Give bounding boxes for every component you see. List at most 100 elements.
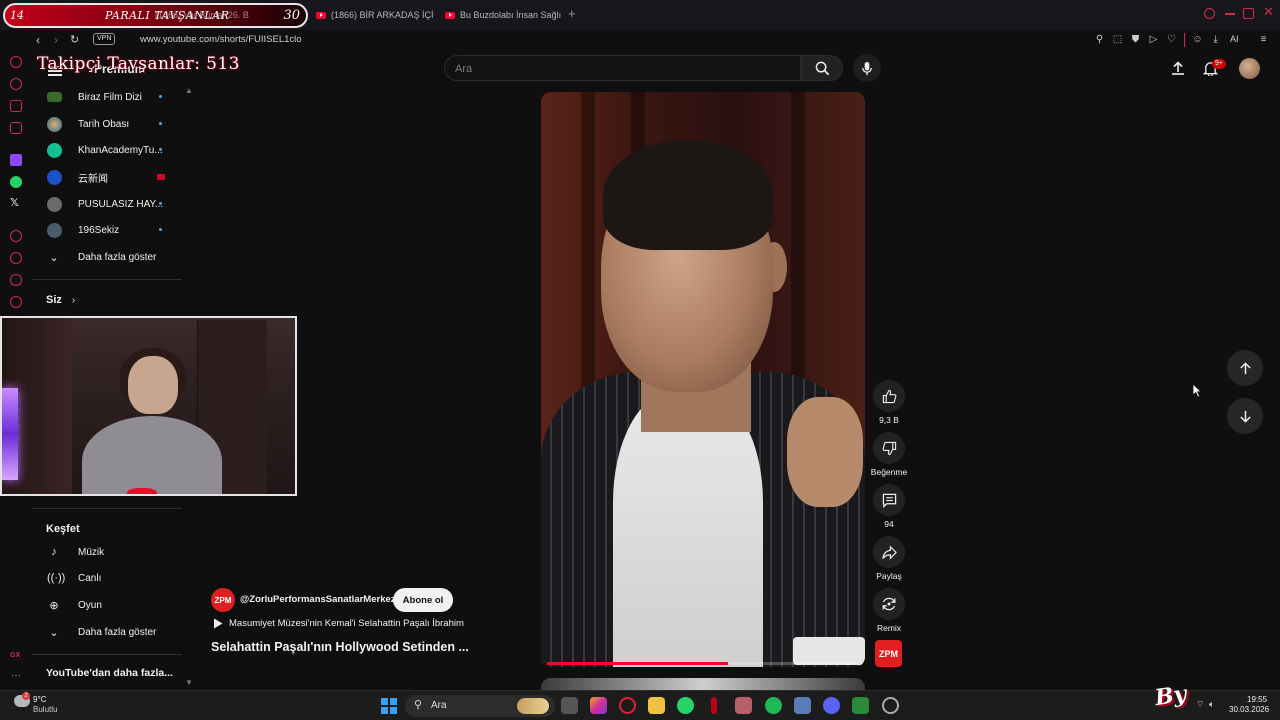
ai-button[interactable]: AI [1230,34,1239,44]
app-icon[interactable] [794,697,811,714]
app-icon[interactable] [711,697,717,714]
new-content-dot [159,122,162,125]
wifi-icon[interactable]: ⌔ [1196,699,1204,710]
photos-icon[interactable] [735,697,752,714]
weather-alert-badge: 2 [22,692,30,700]
more-icon[interactable]: ··· [11,670,21,681]
search-button[interactable] [801,55,843,81]
bookmark-icon[interactable]: ⚲ [1094,34,1105,45]
channel-handle[interactable]: @ZorluPerformansSanatlarMerkezi [240,594,398,605]
browser-tab[interactable]: (1866) BİR ARKADAŞ İÇİN [316,6,434,24]
file-explorer-icon[interactable] [648,697,665,714]
aria-icon[interactable] [10,78,22,90]
sidebar-item-music[interactable]: ♪ Müzik [32,539,182,565]
clock-date[interactable]: 30.03.2026 [1229,705,1269,714]
close-window-button[interactable]: ✕ [1263,4,1274,20]
search-input[interactable] [455,61,785,77]
sidebar-item-subscription[interactable]: 云新闻 [32,164,182,190]
upload-button[interactable] [1168,58,1188,78]
show-more-explore[interactable]: ⌄ Daha fazla göster [32,619,182,645]
youtube-icon [316,11,326,19]
maximize-button[interactable] [1243,8,1254,19]
minimize-button[interactable] [1225,13,1235,15]
vpn-badge[interactable]: VPN [93,33,116,45]
app-icon[interactable] [852,697,869,714]
sidebar-item-subscription[interactable]: Biraz Film Dizi [32,84,182,110]
url-field[interactable]: www.youtube.com/shorts/FUIISEL1clo [140,34,302,45]
messenger-icon[interactable] [10,100,22,112]
sidebar-item-subscription[interactable]: PUSULASIZ HAY... [32,191,182,217]
opera-gx-icon[interactable] [619,697,636,714]
history-icon[interactable] [10,252,22,264]
like-count: 9,3 B [879,415,899,425]
scroll-down-icon[interactable]: ▼ [185,678,193,687]
forward-button[interactable]: › [54,33,58,47]
player-icon[interactable] [10,230,22,242]
subscribe-button[interactable]: Abone ol [393,588,453,612]
task-view-icon[interactable] [561,697,578,714]
taskbar-search[interactable]: ⚲ Ara [405,695,555,717]
video-title[interactable]: Selahattin Paşalı'nın Hollywood Setinden… [211,640,469,654]
whatsapp-icon[interactable] [677,697,694,714]
heart-icon[interactable]: ♡ [1166,34,1177,45]
download-icon[interactable]: ⤓ [1210,34,1221,45]
show-more-subscriptions[interactable]: ⌄ Daha fazla göster [32,244,182,270]
settings-icon[interactable] [10,296,22,308]
video-cup [793,637,865,665]
streamer-face [128,356,178,414]
weather-temperature[interactable]: 9°C [33,695,46,704]
profile-icon[interactable]: ☺ [1192,34,1203,45]
voice-search-button[interactable] [853,54,881,82]
clock-time[interactable]: 19:55 [1247,695,1267,704]
reload-button[interactable]: ↻ [70,33,79,47]
twitch-icon[interactable] [10,154,22,166]
gx-corner-icon[interactable] [10,122,22,134]
volume-icon[interactable]: 🔈︎ [1209,699,1214,710]
weather-description[interactable]: Bulutlu [33,705,57,714]
channel-avatar [47,142,62,158]
discord-icon[interactable] [823,697,840,714]
player-icon[interactable]: ▷ [1148,34,1159,45]
previous-short-button[interactable] [1227,350,1263,386]
music-label: Masumiyet Müzesi'nin Kemal'i Selahattin … [229,618,464,629]
instagram-icon[interactable] [590,697,607,714]
music-link[interactable]: Masumiyet Müzesi'nin Kemal'i Selahattin … [213,618,464,629]
like-button[interactable]: 9,3 B [872,380,906,425]
snapshot-icon[interactable]: ⬚ [1112,34,1123,45]
account-avatar[interactable] [1239,58,1260,79]
channel-avatar [47,222,62,238]
next-short-preview[interactable] [541,678,865,690]
back-button[interactable]: ‹ [36,33,40,47]
windows-start-button[interactable] [381,698,397,714]
channel-thumbnail[interactable]: ZPM [875,640,902,667]
share-button[interactable]: Paylaş [872,536,906,581]
shield-icon[interactable]: ⛊ [1130,34,1141,45]
sidebar-item-live[interactable]: ((·)) Canlı [32,565,182,591]
follower-counter-overlay: Takipçi Tavşanlar: 513 [37,54,240,74]
menu-icon[interactable]: ≡ [1258,34,1269,45]
extensions-icon[interactable] [10,274,22,286]
whatsapp-icon[interactable] [10,176,22,188]
scroll-up-icon[interactable]: ▲ [185,86,193,95]
sidebar-item-gaming[interactable]: ⊕ Oyun [32,592,182,618]
sidebar-item-subscription[interactable]: Tarih Obası [32,111,182,137]
live-indicator-icon [157,174,165,180]
comments-button[interactable]: 94 [872,484,906,529]
remix-button[interactable]: Remix [872,588,906,633]
sidebar-item-subscription[interactable]: KhanAcademyTu... [32,137,182,163]
dislike-button-circle [873,432,905,464]
speed-dial-icon[interactable] [10,56,22,68]
next-short-button[interactable] [1227,398,1263,434]
channel-avatar[interactable]: ZPM [211,588,235,612]
new-tab-button[interactable]: + [568,7,576,20]
thumbs-up-icon [882,389,896,403]
search-tabs-icon[interactable] [1204,8,1215,19]
shorts-video-player[interactable] [541,92,865,667]
you-section-link[interactable]: Siz › [46,294,75,306]
browser-tab[interactable]: Bu Buzdolabı İnsan Sağlığı [445,6,561,24]
x-twitter-icon[interactable]: 𝕏 [10,196,19,209]
spotify-icon[interactable] [765,697,782,714]
app-icon[interactable] [882,697,899,714]
sidebar-item-subscription[interactable]: 196Sekiz [32,217,182,243]
dislike-button[interactable]: Beğenme [871,432,907,477]
